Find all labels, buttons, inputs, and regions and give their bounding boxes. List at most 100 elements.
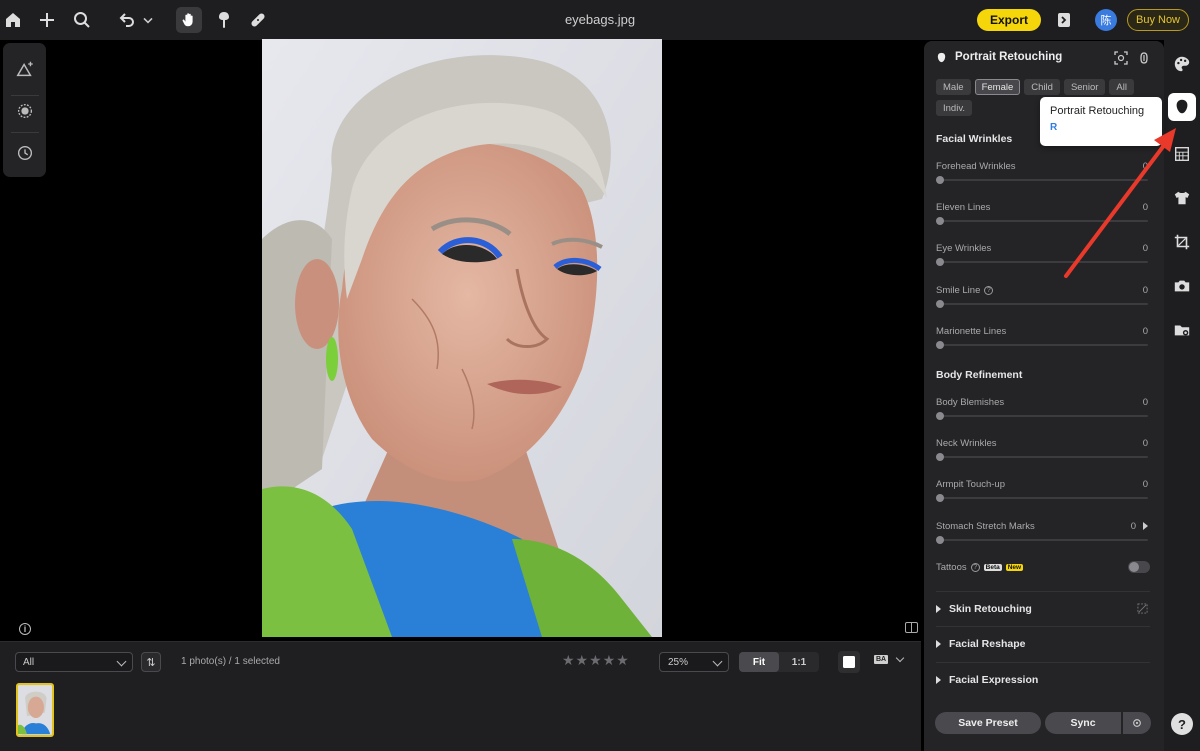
search-icon[interactable] — [71, 9, 93, 31]
slider-value: 0 — [1142, 202, 1148, 213]
help-icon[interactable]: ? — [970, 563, 980, 572]
slider-marionette-lines[interactable]: Marionette Lines 0 — [936, 326, 1150, 356]
slider-body-blemishes[interactable]: Body Blemishes 0 — [936, 397, 1150, 427]
zoom-select[interactable]: 25% — [659, 652, 729, 672]
slider-track[interactable] — [936, 456, 1148, 458]
single-view-button[interactable] — [838, 651, 860, 673]
brush-icon[interactable] — [213, 9, 235, 31]
slider-smile-line[interactable]: Smile Line? 0 — [936, 285, 1150, 315]
slider-handle[interactable] — [936, 453, 944, 461]
mask-icon[interactable] — [14, 100, 36, 122]
portrait-retouching-icon[interactable] — [1172, 97, 1192, 117]
tag-female[interactable]: Female — [974, 79, 1021, 95]
slider-value: 0 — [1142, 161, 1148, 172]
sort-button[interactable]: ⇅ — [141, 652, 161, 672]
slider-handle[interactable] — [936, 536, 944, 544]
slider-handle[interactable] — [936, 412, 944, 420]
tattoos-row: Tattoos ? Beta New — [936, 562, 1150, 578]
camera-icon[interactable] — [1172, 276, 1192, 296]
slider-handle[interactable] — [936, 494, 944, 502]
tag-individual[interactable]: Indiv. — [936, 100, 973, 116]
slider-value: 0 — [1142, 243, 1148, 254]
fit-button[interactable]: Fit — [739, 652, 779, 672]
slider-handle[interactable] — [936, 341, 944, 349]
divider — [11, 132, 39, 133]
crop-icon[interactable] — [1172, 232, 1192, 252]
tag-all[interactable]: All — [1109, 79, 1134, 95]
save-preset-button[interactable]: Save Preset — [935, 712, 1041, 734]
tattoos-toggle[interactable] — [1128, 561, 1150, 573]
portrait-retouching-tooltip: Portrait Retouching R — [1040, 97, 1162, 146]
slider-value: 0 — [1142, 326, 1148, 337]
slider-forehead-wrinkles[interactable]: Forehead Wrinkles 0 — [936, 161, 1150, 191]
before-after-button[interactable]: BA — [874, 655, 889, 664]
tag-senior[interactable]: Senior — [1063, 79, 1106, 95]
slider-track[interactable] — [936, 415, 1148, 417]
slider-handle[interactable] — [936, 217, 944, 225]
sync-settings-button[interactable] — [1123, 712, 1151, 734]
star-rating[interactable]: ★★★★★ — [562, 653, 630, 669]
auto-enhance-icon[interactable] — [14, 58, 36, 80]
folder-settings-icon[interactable] — [1172, 320, 1192, 340]
slider-eye-wrinkles[interactable]: Eye Wrinkles 0 — [936, 243, 1150, 273]
section-skin-retouching[interactable]: Skin Retouching — [936, 591, 1150, 625]
info-icon[interactable]: i — [19, 623, 31, 635]
section-label: Facial Reshape — [949, 637, 1026, 650]
slider-label: Forehead Wrinkles — [936, 161, 1016, 172]
slider-label: Eleven Lines — [936, 202, 991, 213]
undo-history-chevron-icon[interactable] — [140, 9, 156, 31]
slider-handle[interactable] — [936, 300, 944, 308]
photo-thumbnail[interactable] — [16, 683, 54, 737]
slider-stomach-stretch-marks[interactable]: Stomach Stretch Marks 0 — [936, 521, 1150, 551]
slider-armpit-touch-up[interactable]: Armpit Touch-up 0 — [936, 479, 1150, 509]
bandage-icon[interactable] — [247, 9, 269, 31]
chevron-down-icon[interactable] — [895, 653, 905, 663]
tooltip-shortcut: R — [1050, 122, 1058, 133]
buy-now-button[interactable]: Buy Now — [1127, 9, 1189, 31]
filter-select[interactable]: All — [15, 652, 133, 672]
expand-arrow-icon[interactable] — [1143, 522, 1148, 530]
slider-eleven-lines[interactable]: Eleven Lines 0 — [936, 202, 1150, 232]
one-to-one-button[interactable]: 1:1 — [779, 652, 819, 672]
undo-icon[interactable] — [116, 9, 138, 31]
slider-track[interactable] — [936, 261, 1148, 263]
palette-icon[interactable] — [1172, 54, 1192, 74]
history-icon[interactable] — [14, 142, 36, 164]
top-toolbar: eyebags.jpg Export 陈 Buy Now — [0, 0, 1200, 40]
tag-male[interactable]: Male — [936, 79, 971, 95]
face-detect-icon[interactable] — [1114, 51, 1128, 65]
tag-child[interactable]: Child — [1024, 79, 1060, 95]
help-icon[interactable]: ? — [984, 286, 994, 295]
slider-value: 0 — [1142, 479, 1148, 490]
slider-neck-wrinkles[interactable]: Neck Wrinkles 0 — [936, 438, 1150, 468]
toggle-knob — [1129, 562, 1139, 572]
caret-right-icon — [936, 675, 941, 684]
compare-view-icon[interactable] — [905, 622, 918, 633]
section-label: Skin Retouching — [949, 602, 1032, 615]
home-icon[interactable] — [2, 9, 24, 31]
slider-track[interactable] — [936, 179, 1148, 181]
photo-canvas[interactable] — [262, 39, 662, 637]
panel-toggle-icon[interactable] — [1053, 9, 1075, 31]
slider-track[interactable] — [936, 303, 1148, 305]
export-button[interactable]: Export — [977, 9, 1041, 31]
slider-track[interactable] — [936, 220, 1148, 222]
background-icon[interactable] — [1172, 144, 1192, 164]
slider-track[interactable] — [936, 497, 1148, 499]
panel-title: Portrait Retouching — [955, 51, 1063, 63]
slider-track[interactable] — [936, 539, 1148, 541]
section-facial-expression[interactable]: Facial Expression — [936, 662, 1150, 696]
chevron-down-icon — [712, 656, 723, 667]
slider-track[interactable] — [936, 344, 1148, 346]
add-icon[interactable] — [36, 9, 58, 31]
clothes-icon[interactable] — [1172, 188, 1192, 208]
avatar[interactable]: 陈 — [1095, 9, 1117, 31]
slider-handle[interactable] — [936, 176, 944, 184]
slider-handle[interactable] — [936, 258, 944, 266]
section-facial-reshape[interactable]: Facial Reshape — [936, 626, 1150, 660]
sync-button[interactable]: Sync — [1045, 712, 1121, 734]
hand-tool-button[interactable] — [176, 7, 202, 33]
reset-icon[interactable] — [1137, 51, 1151, 65]
help-button[interactable]: ? — [1171, 713, 1193, 735]
portrait-retouching-panel: Portrait Retouching Male Female Child Se… — [924, 41, 1164, 751]
